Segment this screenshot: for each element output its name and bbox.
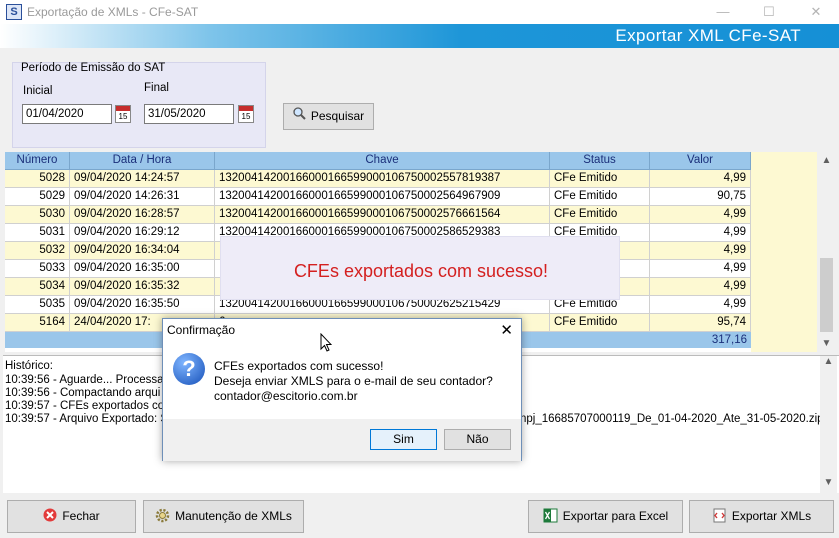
table-cell[interactable]: 4,99 <box>650 224 751 242</box>
export-xmls-button[interactable]: Exportar XMLs <box>689 500 834 533</box>
dialog-line-1: CFEs exportados com sucesso! <box>214 359 384 373</box>
history-line: 10:39:57 - Arquivo Exportado: S <box>5 413 169 425</box>
maximize-button[interactable]: ☐ <box>746 0 792 24</box>
export-xmls-label: Exportar XMLs <box>731 509 812 523</box>
table-cell[interactable]: 4,99 <box>650 206 751 224</box>
close-app-label: Fechar <box>62 509 100 523</box>
grid-scrollbar[interactable]: ▲ ▼ <box>818 152 835 352</box>
history-line: 10:39:56 - Compactando arqui <box>5 387 161 399</box>
column-header[interactable]: Status <box>550 152 650 170</box>
table-cell[interactable]: 09/04/2020 16:34:04 <box>70 242 215 260</box>
table-cell[interactable]: 5030 <box>5 206 70 224</box>
table-cell[interactable]: CFe Emitido <box>550 314 650 332</box>
total-value: 317,16 <box>711 334 747 346</box>
inicial-label: Inicial <box>23 85 53 97</box>
final-label: Final <box>144 82 169 94</box>
mouse-cursor-icon <box>320 333 332 352</box>
confirmation-dialog: Confirmação ✕ ? CFEs exportados com suce… <box>162 318 522 461</box>
xml-maintenance-label: Manutenção de XMLs <box>175 509 292 523</box>
end-date-input[interactable]: 31/05/2020 <box>144 104 234 124</box>
banner-title: Exportar XML CFe-SAT <box>615 26 801 45</box>
table-cell[interactable]: 1320041420016600016659900010675000257666… <box>215 206 550 224</box>
table-cell[interactable]: 09/04/2020 14:24:57 <box>70 170 215 188</box>
app-icon: S <box>6 4 22 20</box>
table-cell[interactable]: 5035 <box>5 296 70 314</box>
table-cell[interactable]: 4,99 <box>650 242 751 260</box>
window-title: Exportação de XMLs - CFe-SAT <box>27 5 199 19</box>
table-cell[interactable]: 5032 <box>5 242 70 260</box>
table-cell[interactable]: 09/04/2020 16:29:12 <box>70 224 215 242</box>
history-line: 10:39:57 - CFEs exportados com <box>5 400 174 412</box>
table-cell[interactable]: 5033 <box>5 260 70 278</box>
dialog-title: Confirmação <box>167 323 236 337</box>
column-header[interactable]: Chave <box>215 152 550 170</box>
export-excel-label: Exportar para Excel <box>562 509 669 523</box>
export-excel-button[interactable]: Exportar para Excel <box>528 500 683 533</box>
table-cell[interactable]: 5028 <box>5 170 70 188</box>
table-cell[interactable]: 4,99 <box>650 170 751 188</box>
history-scroll-up-icon[interactable]: ▲ <box>820 356 837 367</box>
history-file-name: npj_16685707000119_De_01-04-2020_Ate_31-… <box>520 413 824 425</box>
no-button[interactable]: Não <box>444 429 511 450</box>
history-line: 10:39:56 - Aguarde... Processar <box>5 374 168 386</box>
grid-filler <box>751 152 817 352</box>
table-cell[interactable]: 90,75 <box>650 188 751 206</box>
magnifier-icon <box>293 104 306 129</box>
header-banner: Exportar XML CFe-SAT <box>0 24 839 48</box>
dialog-line-2: Deseja enviar XMLS para o e-mail de seu … <box>214 374 493 388</box>
table-cell[interactable]: 5164 <box>5 314 70 332</box>
table-cell[interactable]: 1320041420016600016659900010675000256496… <box>215 188 550 206</box>
column-header[interactable]: Valor <box>650 152 751 170</box>
dialog-line-3: contador@escitorio.com.br <box>214 389 358 403</box>
toast-message: CFEs exportados com sucesso! <box>293 261 549 281</box>
excel-icon <box>543 501 558 532</box>
table-cell[interactable]: CFe Emitido <box>550 170 650 188</box>
column-header[interactable]: Data / Hora <box>70 152 215 170</box>
grid-scroll-thumb[interactable] <box>820 258 833 332</box>
table-cell[interactable]: 5029 <box>5 188 70 206</box>
start-calendar-icon[interactable]: 15 <box>115 105 131 123</box>
xml-file-icon <box>712 501 727 532</box>
window-close-button[interactable]: ✕ <box>793 0 839 24</box>
table-cell[interactable]: 4,99 <box>650 260 751 278</box>
period-legend: Período de Emissão do SAT <box>21 62 166 74</box>
column-header[interactable]: Número <box>5 152 70 170</box>
end-calendar-icon[interactable]: 15 <box>238 105 254 123</box>
scroll-down-arrow-icon[interactable]: ▼ <box>818 335 835 352</box>
table-cell[interactable]: 95,74 <box>650 314 751 332</box>
xml-maintenance-button[interactable]: Manutenção de XMLs <box>143 500 304 533</box>
table-cell[interactable]: 4,99 <box>650 278 751 296</box>
table-cell[interactable]: 09/04/2020 16:35:50 <box>70 296 215 314</box>
scroll-up-arrow-icon[interactable]: ▲ <box>818 152 835 169</box>
table-cell[interactable]: 5034 <box>5 278 70 296</box>
dialog-footer: Sim Não <box>163 419 521 461</box>
table-cell[interactable]: 09/04/2020 16:28:57 <box>70 206 215 224</box>
table-cell[interactable]: 09/04/2020 14:26:31 <box>70 188 215 206</box>
table-cell[interactable]: 1320041420016600016659900010675000255781… <box>215 170 550 188</box>
table-cell[interactable]: CFe Emitido <box>550 206 650 224</box>
table-cell[interactable]: 09/04/2020 16:35:00 <box>70 260 215 278</box>
dialog-close-icon[interactable]: ✕ <box>500 321 513 339</box>
yes-button[interactable]: Sim <box>370 429 437 450</box>
table-cell[interactable]: CFe Emitido <box>550 188 650 206</box>
success-toast: CFEs exportados com sucesso! <box>220 236 620 300</box>
table-cell[interactable]: 5031 <box>5 224 70 242</box>
window-titlebar: S Exportação de XMLs - CFe-SAT — ☐ ✕ <box>0 0 839 24</box>
search-button[interactable]: Pesquisar <box>283 103 374 130</box>
history-scrollbar[interactable]: ▲ ▼ <box>820 356 837 494</box>
question-icon: ? <box>173 353 205 385</box>
gear-icon <box>155 501 170 532</box>
search-button-label: Pesquisar <box>310 109 365 123</box>
table-cell[interactable]: 09/04/2020 16:35:32 <box>70 278 215 296</box>
close-app-button[interactable]: Fechar <box>7 500 136 533</box>
red-x-icon <box>43 501 57 532</box>
history-scroll-down-icon[interactable]: ▼ <box>820 477 837 488</box>
start-date-input[interactable]: 01/04/2020 <box>22 104 112 124</box>
minimize-button[interactable]: — <box>700 0 746 24</box>
history-line: Histórico: <box>5 360 53 372</box>
table-cell[interactable]: 4,99 <box>650 296 751 314</box>
